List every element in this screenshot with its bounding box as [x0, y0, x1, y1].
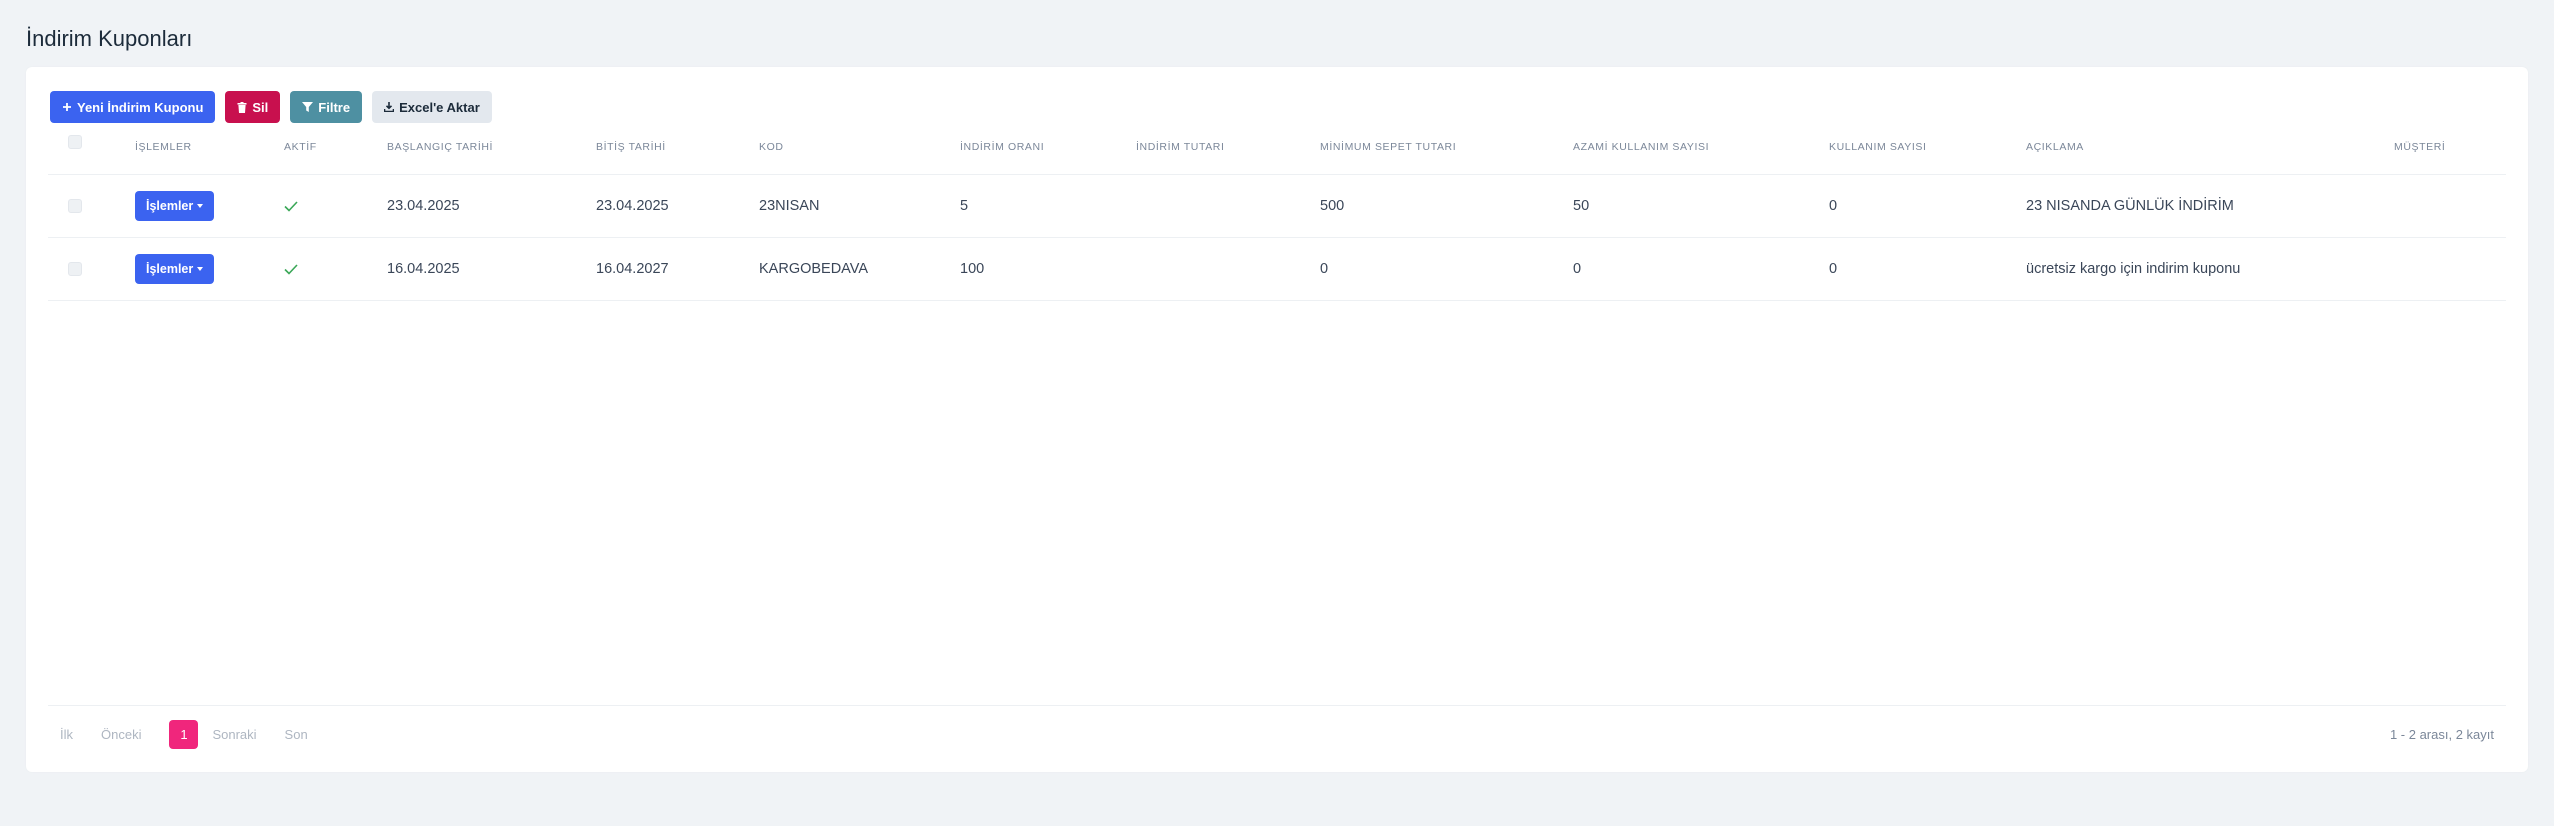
- select-all-checkbox[interactable]: [68, 135, 82, 149]
- filter-icon: [302, 102, 314, 112]
- min-basket-cell: 500: [1320, 198, 1345, 214]
- pagination-prev[interactable]: Önceki: [101, 727, 153, 742]
- trash-icon: [237, 101, 247, 113]
- description-cell: ücretsiz kargo için indirim kuponu: [2026, 261, 2241, 277]
- row-checkbox-cell: [68, 175, 82, 237]
- row-checkbox[interactable]: [68, 262, 82, 276]
- pagination-first[interactable]: İlk: [60, 727, 85, 742]
- row-checkbox-cell: [68, 238, 82, 300]
- column-header[interactable]: BAŞLANGIÇ TARİHİ: [387, 120, 493, 174]
- pagination-page-current[interactable]: 1: [169, 720, 199, 749]
- column-header[interactable]: İŞLEMLER: [135, 120, 192, 174]
- delete-button[interactable]: Sil: [225, 91, 281, 123]
- column-header[interactable]: AÇIKLAMA: [2026, 120, 2084, 174]
- column-header[interactable]: KOD: [759, 120, 784, 174]
- pagination: İlk Önceki 1 Sonraki Son: [60, 720, 336, 749]
- plus-icon: [63, 103, 71, 111]
- active-cell: [284, 175, 298, 237]
- table-footer-divider: [48, 705, 2506, 706]
- table-header-row: İŞLEMLER AKTİF BAŞLANGIÇ TARİHİ BİTİŞ TA…: [48, 120, 2506, 175]
- discount-rate-cell: 5: [960, 198, 969, 214]
- max-usage-cell: 50: [1573, 198, 1590, 214]
- code-cell: KARGOBEDAVA: [759, 261, 869, 277]
- row-actions-label: İşlemler: [146, 199, 194, 213]
- pagination-last[interactable]: Son: [285, 727, 320, 742]
- caret-down-icon: [197, 204, 204, 208]
- page-title: İndirim Kuponları: [26, 26, 193, 51]
- description-cell: 23 NISANDA GÜNLÜK İNDİRİM: [2026, 198, 2234, 214]
- column-header[interactable]: MÜŞTERİ: [2394, 120, 2445, 174]
- min-basket-cell: 0: [1320, 261, 1329, 277]
- row-actions-cell: İşlemler: [135, 175, 215, 237]
- row-actions-cell: İşlemler: [135, 238, 215, 300]
- table-row[interactable]: İşlemler 23.04.2025 23.04.2025 23NISAN 5…: [48, 175, 2506, 238]
- start-date-cell: 16.04.2025: [387, 261, 460, 277]
- column-header[interactable]: AZAMİ KULLANIM SAYISI: [1573, 120, 1709, 174]
- row-actions-label: İşlemler: [146, 262, 194, 276]
- export-excel-label: Excel'e Aktar: [399, 99, 480, 115]
- discount-rate-cell: 100: [960, 261, 985, 277]
- new-coupon-button[interactable]: Yeni İndirim Kuponu: [50, 91, 216, 123]
- download-icon: [384, 102, 395, 112]
- select-all-checkbox-cell: [68, 120, 82, 149]
- usage-count-cell: 0: [1829, 198, 1838, 214]
- code-cell: 23NISAN: [759, 198, 820, 214]
- toolbar: Yeni İndirim Kuponu Sil Filtre Excel'e A…: [50, 91, 492, 123]
- active-cell: [284, 238, 298, 300]
- filter-button[interactable]: Filtre: [290, 91, 363, 123]
- caret-down-icon: [197, 267, 204, 271]
- max-usage-cell: 0: [1573, 261, 1582, 277]
- filter-label: Filtre: [318, 99, 351, 115]
- end-date-cell: 23.04.2025: [596, 198, 669, 214]
- table-row[interactable]: İşlemler 16.04.2025 16.04.2027 KARGOBEDA…: [48, 238, 2506, 301]
- coupons-table: İŞLEMLER AKTİF BAŞLANGIÇ TARİHİ BİTİŞ TA…: [48, 120, 2506, 301]
- column-header[interactable]: BİTİŞ TARİHİ: [596, 120, 666, 174]
- pagination-next[interactable]: Sonraki: [212, 727, 268, 742]
- record-count-info: 1 - 2 arası, 2 kayıt: [2389, 727, 2494, 742]
- start-date-cell: 23.04.2025: [387, 198, 460, 214]
- check-icon: [284, 263, 298, 275]
- column-header[interactable]: MİNİMUM SEPET TUTARI: [1320, 120, 1456, 174]
- column-header[interactable]: KULLANIM SAYISI: [1829, 120, 1927, 174]
- check-icon: [284, 200, 298, 212]
- column-header[interactable]: İNDİRİM ORANI: [960, 120, 1044, 174]
- row-checkbox[interactable]: [68, 199, 82, 213]
- column-header[interactable]: İNDİRİM TUTARI: [1136, 120, 1225, 174]
- coupons-card: Yeni İndirim Kuponu Sil Filtre Excel'e A…: [26, 67, 2528, 772]
- column-header[interactable]: AKTİF: [284, 120, 317, 174]
- row-actions-button[interactable]: İşlemler: [135, 191, 215, 221]
- usage-count-cell: 0: [1829, 261, 1838, 277]
- new-coupon-label: Yeni İndirim Kuponu: [77, 99, 204, 115]
- delete-label: Sil: [252, 99, 269, 115]
- end-date-cell: 16.04.2027: [596, 261, 669, 277]
- row-actions-button[interactable]: İşlemler: [135, 254, 215, 284]
- export-excel-button[interactable]: Excel'e Aktar: [372, 91, 492, 123]
